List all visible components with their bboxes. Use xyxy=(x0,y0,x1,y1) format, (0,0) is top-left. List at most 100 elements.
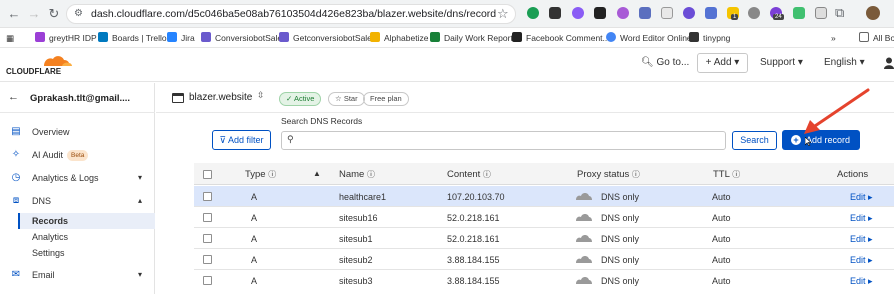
select-all-checkbox[interactable] xyxy=(203,170,212,179)
sidebar-item-overview[interactable]: ▤ Overview xyxy=(0,121,155,143)
filter-icon: ⊽ xyxy=(219,135,227,145)
bookmark-star-icon[interactable]: ☆ xyxy=(497,6,509,22)
row-checkbox[interactable] xyxy=(203,234,212,243)
bookmark-trello[interactable]: Boards | Trello xyxy=(98,31,167,45)
table-row[interactable]: A sitesub16 52.0.218.161 DNS only Auto E… xyxy=(194,207,894,228)
camera-icon[interactable] xyxy=(748,7,760,19)
forward-icon[interactable]: → xyxy=(26,6,42,22)
user-icon[interactable] xyxy=(884,56,894,69)
bookmark-facebook-comment[interactable]: Facebook Comment... xyxy=(512,31,610,45)
edit-link[interactable]: Edit ▸ xyxy=(850,276,873,287)
record-type: A xyxy=(251,276,258,286)
record-content: 52.0.218.161 xyxy=(447,213,500,223)
record-name: healthcare1 xyxy=(339,192,387,202)
extension-icon[interactable] xyxy=(705,7,717,19)
edit-link[interactable]: Edit ▸ xyxy=(850,234,873,245)
record-type: A xyxy=(251,192,258,202)
column-header-ttl[interactable]: TTL ⓘ xyxy=(713,169,740,180)
all-bookmarks-folder[interactable]: All Bo xyxy=(859,31,894,45)
bookmark-alphabetize[interactable]: Alphabetize xyxy=(370,31,428,45)
sidebar-subitem-records[interactable]: Records xyxy=(32,216,68,226)
chevron-right-icon: ▸ xyxy=(868,213,873,223)
bookmark-getconversiobotsale[interactable]: GetconversiobotSale xyxy=(279,31,372,45)
bookmark-greythr[interactable]: greytHR IDP xyxy=(35,31,97,45)
extension-icon[interactable] xyxy=(793,7,805,19)
bookmark-daily-work-report[interactable]: Daily Work Report xyxy=(430,31,513,45)
extensions-puzzle-icon[interactable]: ⧉ xyxy=(835,5,844,21)
bookmark-conversiobotsale[interactable]: ConversiobotSale xyxy=(201,31,282,45)
row-checkbox[interactable] xyxy=(203,192,212,201)
zone-name[interactable]: blazer.website xyxy=(189,92,252,103)
sidebar-item-dns[interactable]: ⧈ DNS ▴ xyxy=(0,190,155,212)
sidebar-item-analytics-logs[interactable]: ◷ Analytics & Logs ▾ xyxy=(0,167,155,189)
star-button[interactable]: ☆ Star xyxy=(328,92,365,106)
info-icon: ⓘ xyxy=(482,170,491,179)
record-content: 3.88.184.155 xyxy=(447,276,500,286)
chevron-right-icon: ▸ xyxy=(868,255,873,265)
bookmark-word-editor[interactable]: Word Editor Online xyxy=(606,31,692,45)
add-dropdown-button[interactable]: + Add ▾ xyxy=(697,53,748,73)
table-header xyxy=(194,163,894,185)
cloudflare-logo[interactable]: CLOUDFLARE xyxy=(6,52,76,76)
clock-icon: ◷ xyxy=(11,172,21,183)
zone-switcher-icon[interactable]: ⇳ xyxy=(257,90,265,101)
back-icon[interactable]: ← xyxy=(6,6,22,22)
edit-link[interactable]: Edit ▸ xyxy=(850,213,873,224)
column-header-actions: Actions xyxy=(837,169,869,180)
row-checkbox[interactable] xyxy=(203,276,212,285)
zone-bar xyxy=(156,83,894,113)
sidebar-item-ai-audit[interactable]: ✧ AI Audit Beta xyxy=(0,144,155,166)
apps-grid-icon[interactable]: ▦ xyxy=(6,31,14,45)
sidebar-subitem-settings[interactable]: Settings xyxy=(32,248,65,258)
extension-icon[interactable] xyxy=(815,7,827,19)
search-dns-input[interactable] xyxy=(281,131,726,150)
extension-icon[interactable] xyxy=(572,7,584,19)
cloud-icon xyxy=(576,193,592,200)
row-checkbox[interactable] xyxy=(203,255,212,264)
edit-link[interactable]: Edit ▸ xyxy=(850,255,873,266)
edit-link[interactable]: Edit ▸ xyxy=(850,192,873,203)
extension-badge: 24 xyxy=(773,14,784,20)
record-type: A xyxy=(251,255,258,265)
chevron-right-icon: ▸ xyxy=(868,234,873,244)
language-dropdown[interactable]: English ▾ xyxy=(824,57,865,68)
column-header-proxy-status[interactable]: Proxy status ⓘ xyxy=(577,169,640,180)
bookmark-jira[interactable]: Jira xyxy=(167,31,195,45)
search-button[interactable]: Search xyxy=(732,131,777,150)
record-content: 107.20.103.70 xyxy=(447,192,505,202)
table-row[interactable]: A sitesub2 3.88.184.155 DNS only Auto Ed… xyxy=(194,249,894,270)
url-text: dash.cloudflare.com/d5c046ba5e08ab761035… xyxy=(91,8,496,20)
table-row[interactable]: A sitesub3 3.88.184.155 DNS only Auto Ed… xyxy=(194,270,894,291)
cloud-icon xyxy=(576,214,592,221)
column-header-name[interactable]: Name ⓘ xyxy=(339,169,375,180)
site-info-icon[interactable]: ⚙ xyxy=(74,8,83,19)
extension-icon[interactable] xyxy=(527,7,539,19)
reload-icon[interactable]: ↻ xyxy=(46,6,62,22)
support-dropdown[interactable]: Support ▾ xyxy=(760,57,803,68)
add-filter-button[interactable]: ⊽ Add filter xyxy=(212,130,271,150)
table-row[interactable]: A healthcare1 107.20.103.70 DNS only Aut… xyxy=(194,186,894,207)
row-checkbox[interactable] xyxy=(203,213,212,222)
extension-icon[interactable] xyxy=(617,7,629,19)
account-switcher[interactable]: ← Gprakash.tlt@gmail.... xyxy=(0,83,155,113)
table-row[interactable]: A sitesub1 52.0.218.161 DNS only Auto Ed… xyxy=(194,228,894,249)
info-icon: ⓘ xyxy=(732,170,741,179)
extension-icon[interactable] xyxy=(594,7,606,19)
extension-icon[interactable] xyxy=(549,7,561,19)
sidebar-item-email[interactable]: ✉ Email ▾ xyxy=(0,264,155,286)
extension-icon[interactable] xyxy=(661,7,673,19)
more-bookmarks-icon[interactable]: » xyxy=(831,31,836,45)
profile-avatar[interactable] xyxy=(866,6,880,20)
sidebar-subitem-analytics[interactable]: Analytics xyxy=(32,232,68,242)
extension-icon[interactable] xyxy=(639,7,651,19)
caret-down-icon: ▾ xyxy=(797,57,803,68)
caret-down-icon: ▾ xyxy=(734,57,740,68)
extension-icon[interactable] xyxy=(683,7,695,19)
sort-ascending-icon[interactable]: ▲ xyxy=(313,169,321,178)
bookmark-tinypng[interactable]: tinypng xyxy=(689,31,730,45)
column-header-type[interactable]: Type ⓘ xyxy=(245,169,276,180)
back-arrow-icon[interactable]: ← xyxy=(8,91,19,103)
column-header-content[interactable]: Content ⓘ xyxy=(447,169,491,180)
address-bar[interactable]: ⚙ dash.cloudflare.com/d5c046ba5e08ab7610… xyxy=(66,4,516,24)
goto-button[interactable]: 🔍︎ Go to... xyxy=(641,57,689,68)
